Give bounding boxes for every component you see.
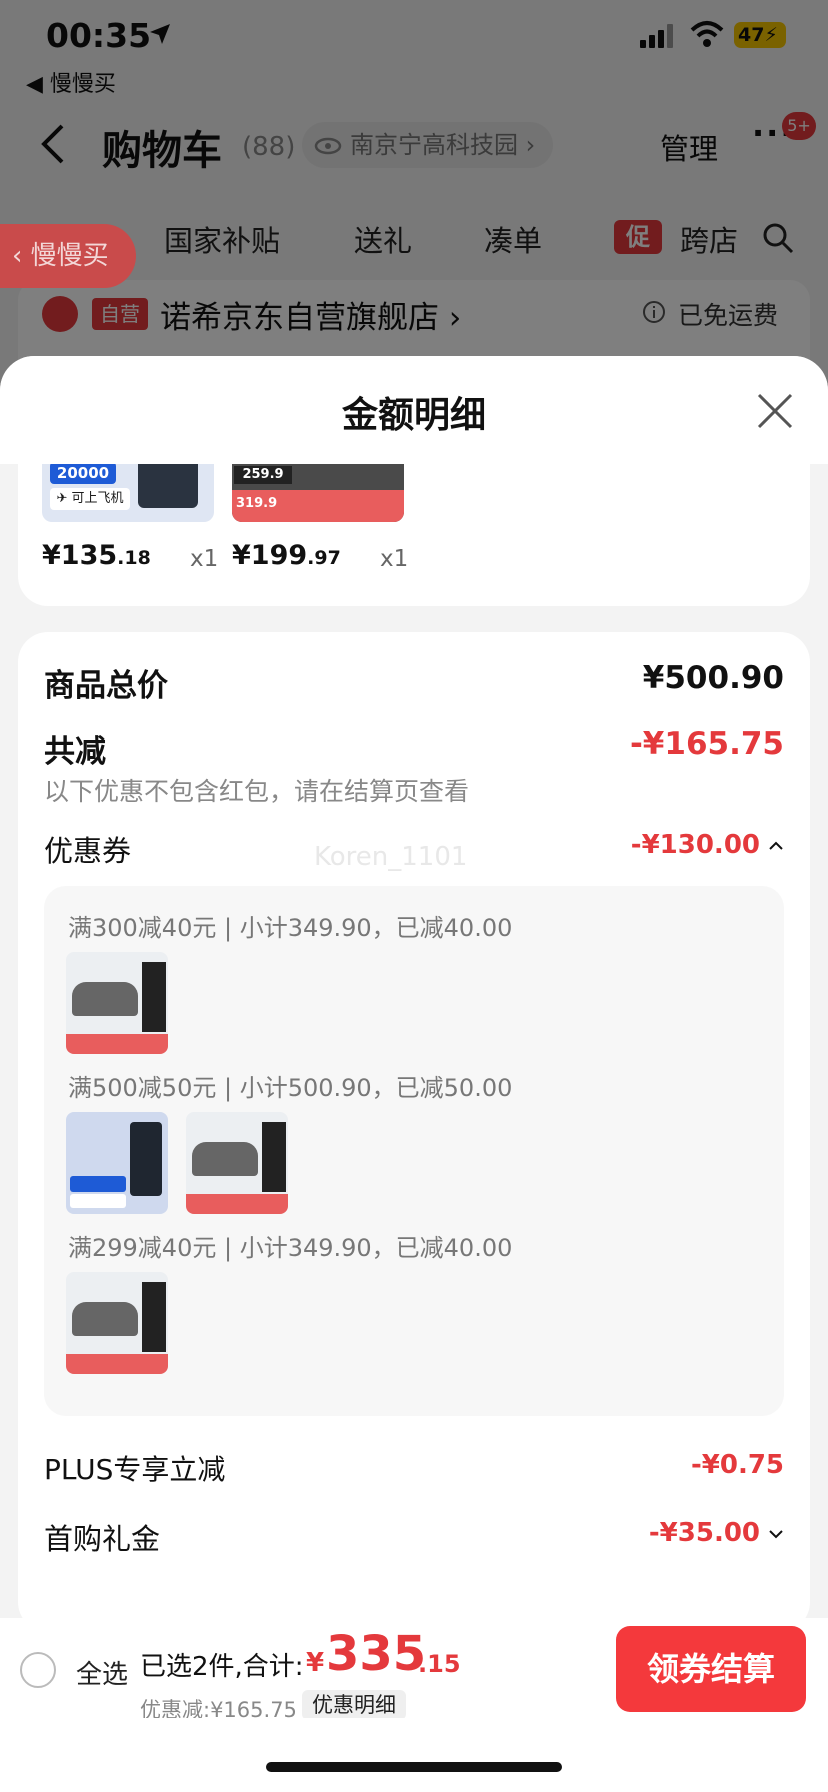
shoe-image xyxy=(192,1142,258,1176)
shoe-price-label: 259.9 xyxy=(234,466,292,484)
close-icon[interactable] xyxy=(756,392,794,430)
capacity-label: 20000 xyxy=(50,462,116,484)
coupon-product-thumbnail xyxy=(66,1272,168,1374)
coupon-rule: 满299减40元 | 小计349.90，已减40.00 xyxy=(68,1234,513,1262)
floating-back-button[interactable]: ‹ 慢慢买 xyxy=(0,224,136,288)
goods-total-value: ¥500.90 xyxy=(642,660,784,696)
sheet-title: 金额明细 xyxy=(341,395,486,436)
product-price: ¥135.18 xyxy=(42,540,151,571)
goods-total-label: 商品总价 xyxy=(44,668,168,704)
promo-column xyxy=(262,1122,286,1192)
shoe-image xyxy=(72,982,138,1016)
select-all-checkbox[interactable] xyxy=(20,1652,56,1688)
coupon-rule: 满500减50元 | 小计500.90，已减50.00 xyxy=(68,1074,513,1102)
modal-overlay[interactable] xyxy=(0,0,828,400)
total-reduction-label: 共减 xyxy=(44,734,106,770)
shoe-image xyxy=(72,1302,138,1336)
first-purchase-label: 首购礼金 xyxy=(44,1522,161,1556)
product-quantity: x1 xyxy=(380,546,409,572)
promo-strip xyxy=(66,1354,168,1374)
amount-detail-sheet: 金额明细 20000 ✈ 可上飞机 259.9 319.9 ¥135.18 x1… xyxy=(0,356,828,1792)
promo-column xyxy=(142,1282,166,1352)
plus-discount-label: PLUS专享立减 xyxy=(44,1453,226,1486)
home-indicator-area xyxy=(0,1718,828,1792)
sheet-header: 金额明细 xyxy=(0,356,828,464)
coupon-product-thumbnail xyxy=(66,1112,168,1214)
selected-summary: 已选2件,合计: xyxy=(140,1652,304,1682)
flight-label: ✈ 可上飞机 xyxy=(50,488,130,510)
watermark: Koren_1101 xyxy=(314,842,468,872)
first-purchase-toggle[interactable]: -¥35.00 xyxy=(649,1518,784,1548)
coupon-detail-box: 满300减40元 | 小计349.90，已减40.00 满500减50元 | 小… xyxy=(44,886,784,1416)
chevron-up-icon xyxy=(769,841,783,850)
powerbank-image xyxy=(138,460,198,508)
home-indicator[interactable] xyxy=(266,1762,562,1772)
promo-strip xyxy=(66,1034,168,1054)
plus-discount-value: -¥0.75 xyxy=(690,1450,784,1480)
selected-products-card: 20000 ✈ 可上飞机 259.9 319.9 ¥135.18 x1 ¥199… xyxy=(18,460,810,606)
price-breakdown-card: 商品总价 ¥500.90 共减 -¥165.75 以下优惠不包含红包，请在结算页… xyxy=(18,632,810,1632)
promo-column xyxy=(142,962,166,1032)
product-price: ¥199.97 xyxy=(232,540,341,571)
shoe-old-price: 319.9 xyxy=(236,496,278,511)
chevron-down-icon xyxy=(769,1529,783,1538)
product-thumbnail-shoes[interactable]: 259.9 319.9 xyxy=(232,460,404,522)
checkout-bar: 全选 已选2件,合计: ¥ 335 .15 优惠减:¥165.75 优惠明细 领… xyxy=(0,1618,828,1722)
cart-page-background: 00:35 ◀ 慢慢买 47⚡ 购物车 (88) 南京宁高科技园 › 管理 ··… xyxy=(0,0,828,400)
select-all-label[interactable]: 全选 xyxy=(76,1654,128,1691)
product-thumbnail-powerbank[interactable]: 20000 ✈ 可上飞机 xyxy=(42,460,214,522)
capacity-strip xyxy=(70,1176,126,1192)
coupon-product-thumbnail xyxy=(66,952,168,1054)
coupon-toggle[interactable]: -¥130.00 xyxy=(631,830,784,860)
flight-strip xyxy=(70,1194,126,1208)
reduction-note: 以下优惠不包含红包，请在结算页查看 xyxy=(44,777,470,806)
coupon-product-thumbnail xyxy=(186,1112,288,1214)
powerbank-image xyxy=(130,1122,162,1196)
currency-symbol: ¥ xyxy=(306,1648,325,1678)
total-amount: 335 xyxy=(326,1626,427,1682)
coupon-rule: 满300减40元 | 小计349.90，已减40.00 xyxy=(68,914,513,942)
product-quantity: x1 xyxy=(190,546,219,572)
discount-detail-button[interactable]: 优惠明细 xyxy=(302,1690,406,1720)
powerbank-text xyxy=(70,1126,128,1160)
promo-strip xyxy=(186,1194,288,1214)
total-reduction-value: -¥165.75 xyxy=(629,726,784,762)
total-amount-decimal: .15 xyxy=(418,1650,461,1678)
coupon-label: 优惠券 xyxy=(44,834,132,868)
checkout-button[interactable]: 领券结算 xyxy=(616,1626,806,1712)
